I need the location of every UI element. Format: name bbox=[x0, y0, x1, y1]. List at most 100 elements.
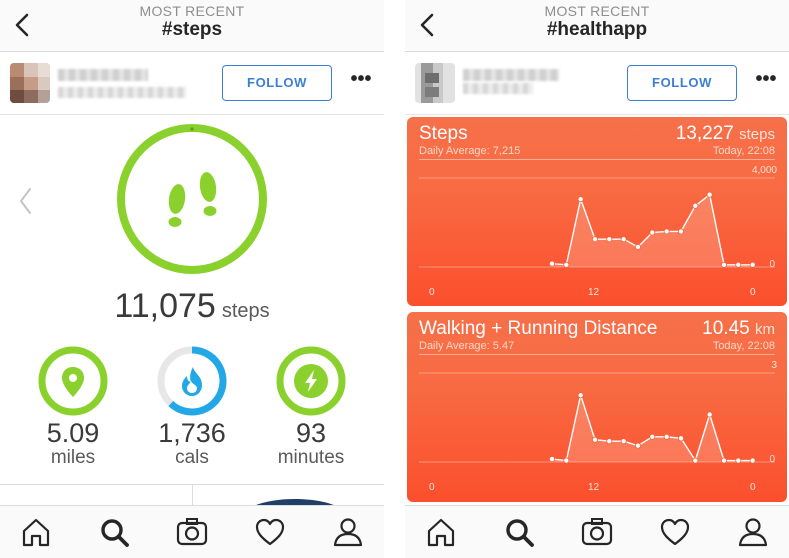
data-point bbox=[663, 433, 670, 440]
blurred-location[interactable] bbox=[463, 83, 533, 94]
activity-tab[interactable] bbox=[252, 514, 288, 550]
data-point bbox=[591, 436, 598, 443]
data-point bbox=[563, 457, 570, 464]
calories-unit: cals bbox=[175, 447, 209, 468]
card-title: Walking + Running Distance bbox=[419, 318, 658, 339]
profile-icon bbox=[333, 518, 363, 547]
divider-vertical bbox=[192, 485, 193, 505]
data-point bbox=[692, 457, 699, 464]
header: MOST RECENT #steps bbox=[0, 0, 384, 52]
distance-chart bbox=[419, 372, 775, 464]
avatar[interactable] bbox=[10, 63, 50, 103]
data-point bbox=[620, 438, 627, 445]
follow-button[interactable]: FOLLOW bbox=[627, 65, 737, 101]
card-daily-average: Daily Average: 7,215 bbox=[419, 145, 521, 157]
profile-icon bbox=[738, 518, 768, 547]
card-title: Steps bbox=[419, 123, 468, 144]
header-subtitle: MOST RECENT bbox=[139, 3, 245, 19]
blurred-location[interactable] bbox=[58, 87, 186, 98]
series-area bbox=[552, 395, 753, 462]
card-value: 13,227 steps bbox=[676, 123, 775, 145]
data-point bbox=[749, 457, 756, 464]
more-options-button[interactable]: ••• bbox=[751, 69, 781, 95]
data-point bbox=[735, 261, 742, 268]
blurred-username[interactable] bbox=[463, 69, 559, 81]
distance-card: Walking + Running Distance 10.45 km Dail… bbox=[407, 312, 787, 502]
data-point bbox=[634, 442, 641, 449]
data-point bbox=[606, 438, 613, 445]
hashtag-title: #steps bbox=[161, 19, 223, 40]
camera-tab[interactable] bbox=[174, 514, 210, 550]
profile-tab[interactable] bbox=[735, 514, 771, 550]
footprints-icon bbox=[168, 172, 217, 227]
home-tab[interactable] bbox=[18, 514, 54, 550]
healthapp-hashtag-screen: MOST RECENT #healthapp FOLLOW ••• Steps … bbox=[405, 0, 789, 558]
home-tab[interactable] bbox=[423, 514, 459, 550]
distance-value: 5.09 bbox=[46, 418, 100, 448]
distance-ring bbox=[38, 346, 108, 416]
data-point bbox=[591, 236, 598, 243]
card-separator bbox=[419, 159, 775, 160]
follow-button[interactable]: FOLLOW bbox=[222, 65, 332, 101]
data-point bbox=[620, 236, 627, 243]
camera-tab[interactable] bbox=[579, 514, 615, 550]
card-separator bbox=[419, 354, 775, 355]
camera-icon bbox=[176, 518, 208, 546]
heart-icon bbox=[660, 518, 690, 546]
card-timestamp: Today, 22:08 bbox=[712, 340, 775, 352]
card-daily-average: Daily Average: 5.47 bbox=[419, 340, 515, 352]
data-point bbox=[677, 228, 684, 235]
data-point bbox=[577, 196, 584, 203]
bottom-tab-bar bbox=[405, 505, 789, 558]
distance-stat: 5.09 miles bbox=[17, 345, 129, 469]
profile-tab[interactable] bbox=[330, 514, 366, 550]
x-tick-label: 12 bbox=[588, 482, 600, 493]
card-value-unit: steps bbox=[739, 126, 775, 143]
data-point bbox=[663, 228, 670, 235]
steps-progress-ring bbox=[117, 124, 267, 274]
steps-hashtag-screen: MOST RECENT #steps FOLLOW ••• 11,075 ste… bbox=[0, 0, 384, 558]
screen-gap bbox=[384, 0, 405, 558]
more-options-button[interactable]: ••• bbox=[346, 69, 376, 95]
card-timestamp: Today, 22:08 bbox=[712, 145, 775, 157]
card-value-unit: km bbox=[755, 321, 775, 338]
search-icon bbox=[506, 519, 534, 547]
data-point bbox=[649, 433, 656, 440]
bottom-tab-bar bbox=[0, 505, 384, 558]
minutes-unit: minutes bbox=[277, 447, 345, 468]
flame-icon bbox=[182, 367, 202, 396]
home-icon bbox=[22, 518, 50, 547]
camera-icon bbox=[581, 518, 613, 546]
search-icon bbox=[101, 519, 129, 547]
steps-card: Steps 13,227 steps Daily Average: 7,215 … bbox=[407, 117, 787, 306]
activity-tab[interactable] bbox=[657, 514, 693, 550]
previous-arrow-icon[interactable] bbox=[14, 184, 38, 218]
post-author-row: FOLLOW ••• bbox=[0, 53, 384, 115]
x-tick-label: 0 bbox=[429, 482, 435, 493]
search-tab[interactable] bbox=[96, 514, 132, 550]
blurred-username[interactable] bbox=[58, 69, 148, 81]
header-subtitle: MOST RECENT bbox=[544, 3, 650, 19]
calories-value: 1,736 bbox=[158, 418, 226, 448]
data-point bbox=[720, 457, 727, 464]
x-tick-label: 12 bbox=[588, 287, 600, 298]
x-tick-label: 0 bbox=[429, 287, 435, 298]
active-minutes-ring bbox=[276, 346, 346, 416]
data-point bbox=[677, 435, 684, 442]
card-value: 10.45 km bbox=[702, 318, 775, 340]
steps-unit: steps bbox=[221, 300, 270, 322]
avatar[interactable] bbox=[415, 63, 455, 103]
x-tick-label: 0 bbox=[750, 287, 756, 298]
card-value-number: 10.45 bbox=[702, 318, 750, 339]
data-point bbox=[706, 191, 713, 198]
x-tick-label: 0 bbox=[750, 482, 756, 493]
search-tab[interactable] bbox=[501, 514, 537, 550]
calories-stat: 1,736 cals bbox=[136, 345, 248, 469]
data-point bbox=[563, 261, 570, 268]
data-point bbox=[692, 202, 699, 209]
distance-unit: miles bbox=[50, 447, 96, 468]
data-point bbox=[577, 392, 584, 399]
minutes-value: 93 bbox=[295, 418, 327, 448]
data-point bbox=[720, 261, 727, 268]
steps-count: 11,075 steps bbox=[0, 287, 384, 326]
